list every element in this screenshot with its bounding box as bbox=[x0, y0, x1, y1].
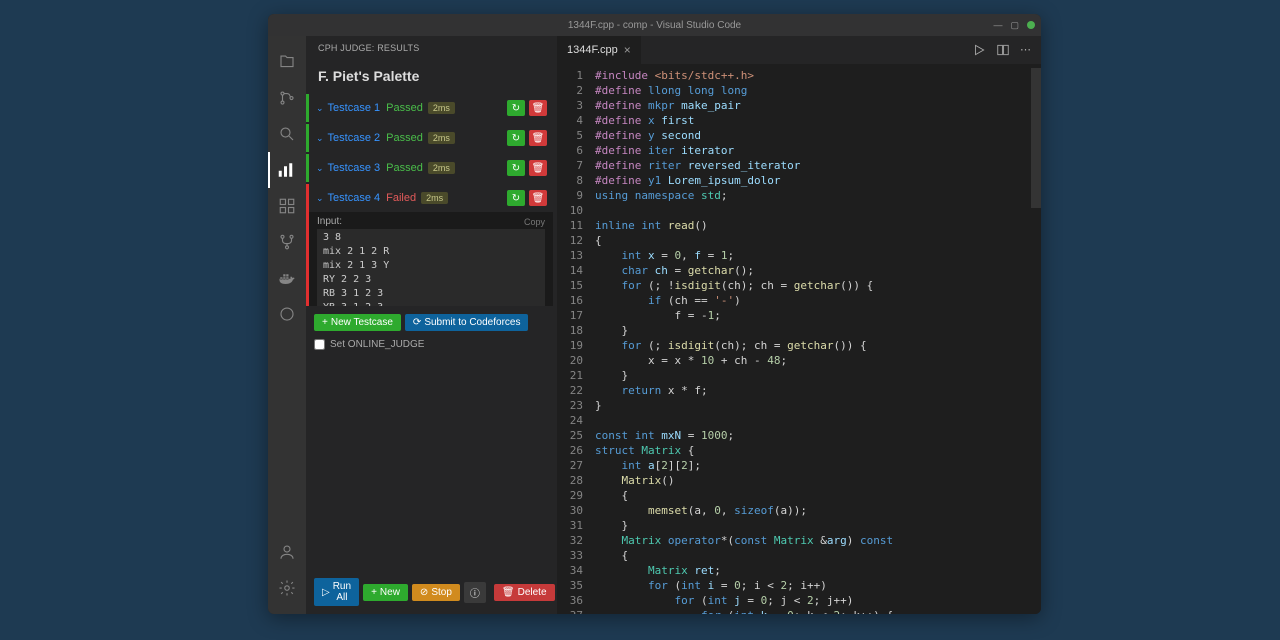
testcase-row[interactable]: ⌄ Testcase 1 Passed 2ms ↻🗑 bbox=[306, 94, 553, 122]
chevron-down-icon[interactable]: ⌄ bbox=[316, 193, 324, 204]
plus-icon: + bbox=[322, 317, 328, 328]
stop-button[interactable]: ⊘Stop bbox=[412, 584, 460, 601]
titlebar: 1344F.cpp - comp - Visual Studio Code — … bbox=[268, 14, 1041, 36]
copy-button[interactable]: Copy bbox=[524, 217, 545, 227]
activity-bar bbox=[268, 36, 306, 614]
play-icon[interactable] bbox=[972, 43, 986, 57]
maximize-icon[interactable]: ▢ bbox=[1010, 20, 1019, 31]
online-judge-checkbox[interactable] bbox=[314, 339, 325, 350]
input-label: Input: bbox=[317, 216, 342, 227]
vscode-window: 1344F.cpp - comp - Visual Studio Code — … bbox=[268, 14, 1041, 614]
tab-bar: 1344F.cpp × ⋯ bbox=[557, 36, 1041, 64]
chevron-down-icon[interactable]: ⌄ bbox=[316, 103, 324, 114]
time-badge: 2ms bbox=[428, 102, 455, 114]
problem-title: F. Piet's Palette bbox=[306, 60, 557, 94]
testcase-name: Testcase 3 bbox=[328, 162, 381, 174]
testcase-name: Testcase 2 bbox=[328, 132, 381, 144]
docker-icon[interactable] bbox=[268, 260, 306, 296]
play-icon: ▷ bbox=[322, 587, 330, 598]
delete-testcase-button[interactable]: 🗑 bbox=[529, 160, 547, 176]
help-icon: ⓘ bbox=[470, 585, 480, 600]
minimize-icon[interactable]: — bbox=[993, 20, 1002, 30]
delete-testcase-button[interactable]: 🗑 bbox=[529, 100, 547, 116]
plus-icon: + bbox=[371, 587, 377, 598]
chevron-down-icon[interactable]: ⌄ bbox=[316, 133, 324, 144]
testcase-row[interactable]: ⌄ Testcase 3 Passed 2ms ↻🗑 bbox=[306, 154, 553, 182]
git-branch-icon[interactable] bbox=[268, 224, 306, 260]
submit-codeforces-button[interactable]: ⟳Submit to Codeforces bbox=[405, 314, 529, 331]
rerun-button[interactable]: ↻ bbox=[507, 190, 525, 206]
search-icon[interactable] bbox=[268, 116, 306, 152]
testcase-list: ⌄Testcase 1Passed2ms↻🗑⌄Testcase 2Passed2… bbox=[306, 94, 557, 306]
time-badge: 2ms bbox=[428, 132, 455, 144]
status-bar bbox=[306, 94, 309, 122]
testcase-name: Testcase 4 bbox=[328, 192, 381, 204]
debug-icon[interactable] bbox=[268, 296, 306, 332]
chevron-down-icon[interactable]: ⌄ bbox=[316, 163, 324, 174]
cph-panel: CPH JUDGE: RESULTS F. Piet's Palette ⌄ Te… bbox=[306, 36, 557, 614]
testcase-row[interactable]: ⌄ Testcase 4 Failed 2ms ↻🗑 bbox=[306, 184, 553, 212]
testcase-actions: ↻🗑 bbox=[507, 100, 547, 116]
delete-button[interactable]: 🗑Delete bbox=[494, 584, 555, 601]
rerun-button[interactable]: ↻ bbox=[507, 160, 525, 176]
stop-icon: ⊘ bbox=[420, 587, 428, 598]
testcase-status: Passed bbox=[386, 132, 423, 144]
status-bar bbox=[306, 184, 309, 212]
new-button[interactable]: +New bbox=[363, 584, 408, 601]
tab-file[interactable]: 1344F.cpp × bbox=[557, 36, 642, 64]
status-bar bbox=[306, 154, 309, 182]
testcase-actions: ↻🗑 bbox=[507, 130, 547, 146]
explorer-icon[interactable] bbox=[268, 44, 306, 80]
more-icon[interactable]: ⋯ bbox=[1020, 43, 1031, 57]
bottom-toolbar: ▷Run All +New ⊘Stop ⓘ 🗑Delete bbox=[306, 570, 557, 614]
testcase-status: Passed bbox=[386, 102, 423, 114]
testcase-actions: ↻🗑 bbox=[507, 190, 547, 206]
line-gutter: 1234567891011121314151617181920212223242… bbox=[557, 64, 595, 614]
code-content[interactable]: #include <bits/stdc++.h>#define llong lo… bbox=[595, 64, 1041, 614]
status-bar bbox=[306, 124, 309, 152]
close-icon[interactable]: × bbox=[624, 43, 631, 57]
code-editor[interactable]: 1234567891011121314151617181920212223242… bbox=[557, 64, 1041, 614]
run-all-button[interactable]: ▷Run All bbox=[314, 578, 359, 606]
window-title: 1344F.cpp - comp - Visual Studio Code bbox=[568, 20, 741, 31]
upload-icon: ⟳ bbox=[413, 317, 421, 328]
time-badge: 2ms bbox=[421, 192, 448, 204]
extensions-icon[interactable] bbox=[268, 188, 306, 224]
trash-icon: 🗑 bbox=[502, 587, 515, 598]
split-icon[interactable] bbox=[996, 43, 1010, 57]
cph-icon[interactable] bbox=[268, 152, 306, 188]
testcase-row[interactable]: ⌄ Testcase 2 Passed 2ms ↻🗑 bbox=[306, 124, 553, 152]
window-controls: — ▢ bbox=[993, 20, 1035, 31]
scrollbar-thumb[interactable] bbox=[1031, 68, 1041, 208]
time-badge: 2ms bbox=[428, 162, 455, 174]
testcase-status: Failed bbox=[386, 192, 416, 204]
testcase-actions: ↻🗑 bbox=[507, 160, 547, 176]
testcase-status: Passed bbox=[386, 162, 423, 174]
source-control-icon[interactable] bbox=[268, 80, 306, 116]
testcase-name: Testcase 1 bbox=[328, 102, 381, 114]
delete-testcase-button[interactable]: 🗑 bbox=[529, 190, 547, 206]
online-judge-label: Set ONLINE_JUDGE bbox=[330, 339, 424, 350]
editor-area: 1344F.cpp × ⋯ 12345678910111213141516171… bbox=[557, 36, 1041, 614]
input-content[interactable]: 3 8 mix 2 1 2 R mix 2 1 3 Y RY 2 2 3 RB … bbox=[317, 229, 545, 306]
tab-label: 1344F.cpp bbox=[567, 44, 618, 56]
rerun-button[interactable]: ↻ bbox=[507, 130, 525, 146]
account-icon[interactable] bbox=[268, 534, 306, 570]
close-icon[interactable] bbox=[1027, 21, 1035, 29]
panel-header: CPH JUDGE: RESULTS bbox=[306, 36, 557, 60]
gear-icon[interactable] bbox=[268, 570, 306, 606]
rerun-button[interactable]: ↻ bbox=[507, 100, 525, 116]
delete-testcase-button[interactable]: 🗑 bbox=[529, 130, 547, 146]
help-button[interactable]: ⓘ bbox=[464, 582, 486, 603]
new-testcase-button[interactable]: +New Testcase bbox=[314, 314, 401, 331]
